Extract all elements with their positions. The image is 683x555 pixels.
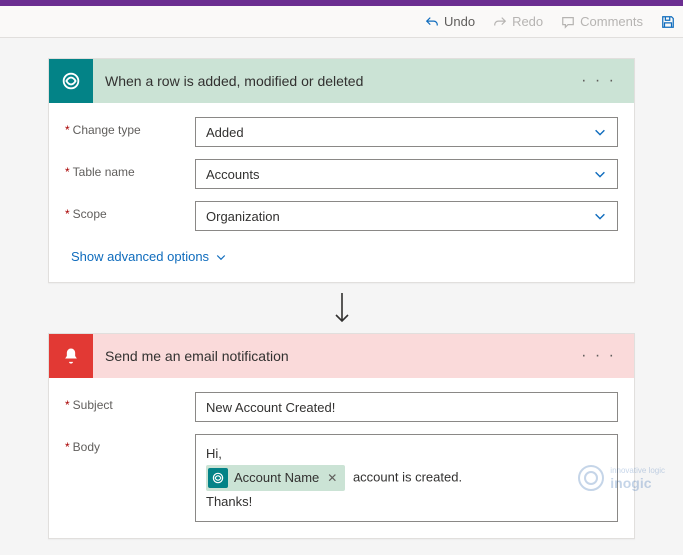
flow-connector bbox=[48, 283, 635, 333]
trigger-body: *Change type Added *Table name Accounts bbox=[49, 103, 634, 282]
show-advanced-options-link[interactable]: Show advanced options bbox=[71, 249, 227, 264]
field-table-name: *Table name Accounts bbox=[65, 159, 618, 189]
dynamic-token-account-name[interactable]: Account Name ✕ bbox=[206, 465, 345, 491]
field-change-type: *Change type Added bbox=[65, 117, 618, 147]
table-name-label: *Table name bbox=[65, 159, 195, 179]
change-type-value: Added bbox=[206, 125, 244, 140]
body-after-token: account is created. bbox=[353, 470, 462, 485]
action-card: Send me an email notification · · · *Sub… bbox=[48, 333, 635, 539]
token-remove-button[interactable]: ✕ bbox=[325, 468, 339, 488]
body-line2: Account Name ✕ account is created. bbox=[206, 465, 607, 491]
action-body: *Subject New Account Created! *Body Hi, bbox=[49, 378, 634, 538]
comments-label: Comments bbox=[580, 14, 643, 29]
dataverse-icon bbox=[208, 468, 228, 488]
action-header[interactable]: Send me an email notification · · · bbox=[49, 334, 634, 378]
action-title: Send me an email notification bbox=[105, 348, 567, 364]
save-icon bbox=[661, 15, 675, 29]
subject-label: *Subject bbox=[65, 392, 195, 412]
comments-button[interactable]: Comments bbox=[555, 10, 649, 33]
arrow-down-icon bbox=[332, 291, 352, 325]
undo-button[interactable]: Undo bbox=[419, 10, 481, 33]
scope-value: Organization bbox=[206, 209, 280, 224]
comment-icon bbox=[561, 15, 575, 29]
body-line1: Hi, bbox=[206, 443, 607, 465]
scope-dropdown[interactable]: Organization bbox=[195, 201, 618, 231]
token-label: Account Name bbox=[234, 467, 319, 489]
body-line3: Thanks! bbox=[206, 491, 607, 513]
body-label: *Body bbox=[65, 434, 195, 454]
advanced-options-label: Show advanced options bbox=[71, 249, 209, 264]
save-button[interactable] bbox=[655, 11, 675, 33]
field-subject: *Subject New Account Created! bbox=[65, 392, 618, 422]
subject-input[interactable]: New Account Created! bbox=[195, 392, 618, 422]
flow-canvas: When a row is added, modified or deleted… bbox=[0, 38, 683, 555]
top-toolbar: Undo Redo Comments bbox=[0, 6, 683, 38]
chevron-down-icon bbox=[593, 209, 607, 223]
undo-label: Undo bbox=[444, 14, 475, 29]
trigger-menu-button[interactable]: · · · bbox=[579, 68, 618, 94]
table-name-value: Accounts bbox=[206, 167, 259, 182]
trigger-header[interactable]: When a row is added, modified or deleted… bbox=[49, 59, 634, 103]
chevron-down-icon bbox=[215, 251, 227, 263]
table-name-dropdown[interactable]: Accounts bbox=[195, 159, 618, 189]
chevron-down-icon bbox=[593, 125, 607, 139]
redo-label: Redo bbox=[512, 14, 543, 29]
undo-icon bbox=[425, 15, 439, 29]
redo-button[interactable]: Redo bbox=[487, 10, 549, 33]
body-input[interactable]: Hi, Account Name ✕ account is created. bbox=[195, 434, 618, 522]
dataverse-icon bbox=[49, 59, 93, 103]
field-scope: *Scope Organization bbox=[65, 201, 618, 231]
subject-value: New Account Created! bbox=[206, 400, 335, 415]
action-menu-button[interactable]: · · · bbox=[579, 343, 618, 369]
notification-icon bbox=[49, 334, 93, 378]
scope-label: *Scope bbox=[65, 201, 195, 221]
field-body: *Body Hi, Account Name ✕ bbox=[65, 434, 618, 522]
change-type-dropdown[interactable]: Added bbox=[195, 117, 618, 147]
chevron-down-icon bbox=[593, 167, 607, 181]
change-type-label: *Change type bbox=[65, 117, 195, 137]
trigger-title: When a row is added, modified or deleted bbox=[105, 73, 567, 89]
trigger-card: When a row is added, modified or deleted… bbox=[48, 58, 635, 283]
redo-icon bbox=[493, 15, 507, 29]
